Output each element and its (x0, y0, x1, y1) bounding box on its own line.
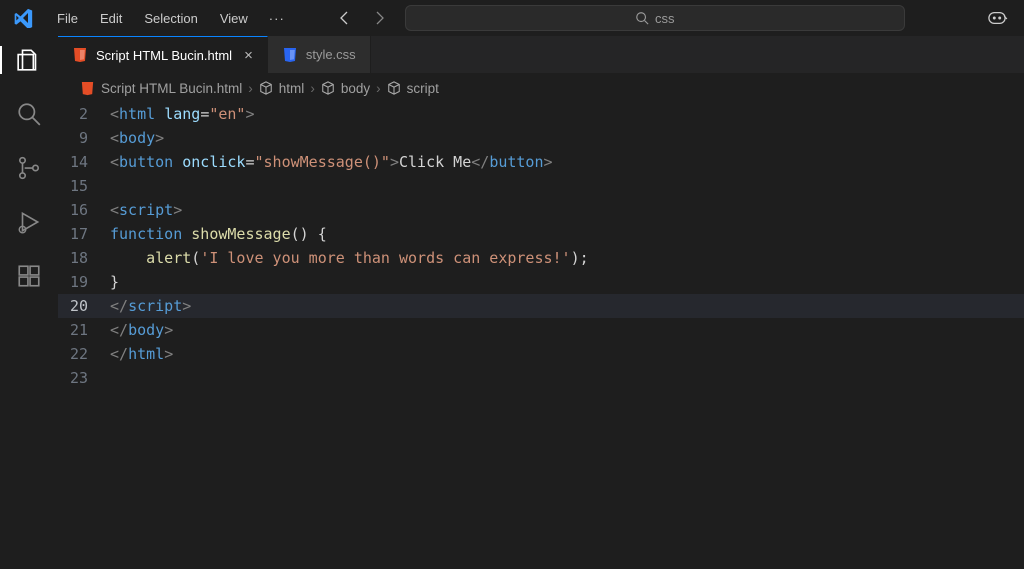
breadcrumb[interactable]: Script HTML Bucin.html › html › body › s… (58, 74, 1024, 102)
menu-file[interactable]: File (48, 7, 87, 30)
line-number: 22 (58, 342, 110, 366)
copilot-icon[interactable] (982, 9, 1012, 27)
command-center[interactable]: css (405, 5, 905, 31)
line-number: 18 (58, 246, 110, 270)
run-debug-icon[interactable] (0, 208, 58, 236)
source-control-icon[interactable] (0, 154, 58, 182)
breadcrumb-file: Script HTML Bucin.html (101, 81, 242, 96)
tabs: Script HTML Bucin.html × style.css (58, 36, 1024, 74)
breadcrumb-script: script (407, 81, 439, 96)
vscode-logo-icon (10, 5, 36, 31)
titlebar: File Edit Selection View ··· css (0, 0, 1024, 36)
tab-label: Script HTML Bucin.html (96, 48, 232, 63)
tab-script-html[interactable]: Script HTML Bucin.html × (58, 36, 268, 73)
chevron-right-icon: › (248, 81, 253, 96)
menu-edit[interactable]: Edit (91, 7, 131, 30)
html-file-icon (72, 47, 88, 63)
explorer-icon[interactable] (0, 46, 58, 74)
chevron-right-icon: › (376, 81, 381, 96)
nav-arrows (337, 10, 387, 26)
menu-more-icon[interactable]: ··· (261, 7, 293, 30)
code-editor[interactable]: 2<html lang="en"> 9<body> 14<button oncl… (58, 102, 1024, 569)
menu-view[interactable]: View (211, 7, 257, 30)
search-icon (635, 11, 649, 25)
nav-back-icon[interactable] (337, 10, 353, 26)
menu-selection[interactable]: Selection (135, 7, 206, 30)
chevron-right-icon: › (310, 81, 315, 96)
css-file-icon (282, 47, 298, 63)
tab-label: style.css (306, 47, 356, 62)
search-text: css (655, 11, 675, 26)
breadcrumb-html: html (279, 81, 305, 96)
line-number: 21 (58, 318, 110, 342)
search-panel-icon[interactable] (0, 100, 58, 128)
symbol-icon (387, 81, 401, 95)
line-number: 2 (58, 102, 110, 126)
tab-style-css[interactable]: style.css (268, 36, 371, 73)
line-number: 20 (58, 294, 110, 318)
activity-bar (0, 36, 58, 569)
line-number: 23 (58, 366, 110, 390)
symbol-icon (259, 81, 273, 95)
nav-forward-icon[interactable] (371, 10, 387, 26)
breadcrumb-body: body (341, 81, 370, 96)
line-number: 17 (58, 222, 110, 246)
extensions-icon[interactable] (0, 262, 58, 290)
line-number: 19 (58, 270, 110, 294)
html-file-icon (80, 81, 95, 96)
close-icon[interactable]: × (244, 47, 253, 64)
line-number: 9 (58, 126, 110, 150)
line-number: 15 (58, 174, 110, 198)
editor-area: Script HTML Bucin.html × style.css Scrip… (58, 36, 1024, 569)
symbol-icon (321, 81, 335, 95)
line-number: 14 (58, 150, 110, 174)
line-number: 16 (58, 198, 110, 222)
